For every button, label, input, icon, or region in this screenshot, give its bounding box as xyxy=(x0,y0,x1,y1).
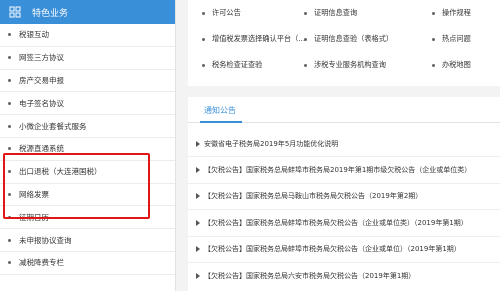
grid-icon xyxy=(8,5,22,19)
bullet-icon xyxy=(8,147,11,151)
link-label: 许可公告 xyxy=(212,8,241,17)
bullet-icon xyxy=(8,170,11,174)
sidebar-item-label: 电子签名协议 xyxy=(19,98,64,108)
sidebar-item-label: 未申报协议查询 xyxy=(19,235,72,245)
tab-notices[interactable]: 通知公告 xyxy=(204,97,236,123)
bullet-icon xyxy=(8,78,11,82)
sidebar-item-small-business[interactable]: 小微企业套餐式服务 xyxy=(0,115,175,138)
sidebar-title: 特色业务 xyxy=(32,8,69,19)
link-procedures[interactable]: 操作规程 xyxy=(432,8,471,18)
bullet-icon xyxy=(304,11,307,15)
notice-title: 【欠税公告】国家税务总局蚌埠市税务局2019年第1期市级欠税公告（企业或单位类） xyxy=(204,166,472,175)
link-label: 操作规程 xyxy=(442,8,471,17)
bullet-icon xyxy=(8,101,11,105)
sidebar-item-label: 房产交易申报 xyxy=(19,75,64,85)
sidebar-item-tax-source[interactable]: 税源直通系统 xyxy=(0,138,175,161)
active-tab-indicator xyxy=(200,121,242,123)
list-item[interactable]: 【欠税公告】国家税务总局蚌埠市税务局欠税公告（企业或单位类）（2019年第1期） xyxy=(188,210,500,237)
sidebar-item-label: 出口退税（大连港国税） xyxy=(19,167,102,177)
bullet-icon xyxy=(432,37,435,41)
link-label: 增值税发票选择确认平台（... xyxy=(212,34,306,43)
sidebar-item-label: 税银互动 xyxy=(19,30,49,40)
list-item[interactable]: 【欠税公告】国家税务总局蚌埠市税务局欠税公告（企业或单位）（2019年第1期） xyxy=(188,237,500,263)
link-hot-issues[interactable]: 热点问题 xyxy=(432,34,471,44)
arrow-right-icon xyxy=(196,273,200,280)
sidebar-item-tax-reduction[interactable]: 减税降费专栏 xyxy=(0,252,175,275)
list-item[interactable]: 安徽省电子税务局2019年5月功能优化说明 xyxy=(188,131,500,158)
bullet-icon xyxy=(8,238,11,242)
quick-links-panel: 许可公告 证明信息查询 操作规程 增值税发票选择确认平台（... 证明信息查验（… xyxy=(188,0,500,86)
list-item[interactable]: 【欠税公告】国家税务总局马鞍山市税务局欠税公告（2019年第2期） xyxy=(188,184,500,211)
link-label: 办税地图 xyxy=(442,60,471,69)
sidebar-item-label: 税源直通系统 xyxy=(19,144,64,154)
bullet-icon xyxy=(8,215,11,219)
link-certificate-query[interactable]: 证明信息查询 xyxy=(304,8,357,18)
sidebar-item-undeclared-query[interactable]: 未申报协议查询 xyxy=(0,229,175,252)
arrow-right-icon xyxy=(196,140,200,147)
sidebar-item-label: 减税降费专栏 xyxy=(19,258,64,268)
arrow-right-icon xyxy=(196,167,200,174)
sidebar-item-tax-calendar[interactable]: 征期日历 xyxy=(0,206,175,230)
notice-list: 安徽省电子税务局2019年5月功能优化说明 【欠税公告】国家税务总局蚌埠市税务局… xyxy=(188,131,500,289)
list-item[interactable]: 【欠税公告】国家税务总局六安市税务局欠税公告（2019年第1期） xyxy=(188,263,500,289)
notice-tabbar: 通知公告 xyxy=(188,97,500,123)
link-label: 证明信息查验（表格式） xyxy=(314,34,394,43)
link-permit-notice[interactable]: 许可公告 xyxy=(202,8,241,18)
link-label: 证明信息查询 xyxy=(314,8,358,17)
sidebar-item-label: 网络发票 xyxy=(19,189,49,199)
bullet-icon xyxy=(202,37,205,41)
sidebar-header: 特色业务 xyxy=(0,0,175,24)
link-label: 税务检查证查验 xyxy=(212,60,263,69)
sidebar-item-e-signature[interactable]: 电子签名协议 xyxy=(0,92,175,116)
notice-title: 【欠税公告】国家税务总局蚌埠市税务局欠税公告（企业或单位类）（2019年第1期） xyxy=(204,218,468,227)
link-label: 涉税专业服务机构查询 xyxy=(314,60,386,69)
bullet-icon xyxy=(304,63,307,67)
sidebar-item-online-invoice[interactable]: 网络发票 xyxy=(0,184,175,207)
list-item[interactable]: 【欠税公告】国家税务总局蚌埠市税务局2019年第1期市级欠税公告（企业或单位类） xyxy=(188,157,500,184)
bullet-icon xyxy=(304,37,307,41)
bullet-icon xyxy=(8,124,11,128)
link-inspection-cert[interactable]: 税务检查证查验 xyxy=(202,60,262,70)
sidebar-item-label: 网签三方协议 xyxy=(19,53,64,63)
notice-title: 【欠税公告】国家税务总局马鞍山市税务局欠税公告（2019年第2期） xyxy=(204,192,423,201)
sidebar-item-export-rebate[interactable]: 出口退税（大连港国税） xyxy=(0,161,175,184)
sidebar-item-tripartite-agreement[interactable]: 网签三方协议 xyxy=(0,47,175,70)
notice-title: 【欠税公告】国家税务总局蚌埠市税务局欠税公告（企业或单位）（2019年第1期） xyxy=(204,245,461,254)
bullet-icon xyxy=(202,11,205,15)
sidebar-item-property-declaration[interactable]: 房产交易申报 xyxy=(0,70,175,93)
link-agency-query[interactable]: 涉税专业服务机构查询 xyxy=(304,60,386,70)
notice-title: 安徽省电子税务局2019年5月功能优化说明 xyxy=(204,139,339,148)
bullet-icon xyxy=(8,192,11,196)
sidebar-item-label: 征期日历 xyxy=(19,212,49,222)
arrow-right-icon xyxy=(196,193,200,200)
notice-panel: 通知公告 安徽省电子税务局2019年5月功能优化说明 【欠税公告】国家税务总局蚌… xyxy=(188,97,500,291)
bullet-icon xyxy=(202,63,205,67)
arrow-right-icon xyxy=(196,219,200,226)
sidebar: 特色业务 税银互动 网签三方协议 房产交易申报 电子签名协议 小微企业套餐式服务… xyxy=(0,0,176,291)
sidebar-item-label: 小微企业套餐式服务 xyxy=(19,121,87,131)
link-certificate-check-table[interactable]: 证明信息查验（表格式） xyxy=(304,34,393,44)
link-tax-map[interactable]: 办税地图 xyxy=(432,60,471,70)
bullet-icon xyxy=(432,11,435,15)
bullet-icon xyxy=(8,56,11,60)
bullet-icon xyxy=(8,33,11,37)
notice-title: 【欠税公告】国家税务总局六安市税务局欠税公告（2019年第1期） xyxy=(204,272,416,281)
sidebar-item-tax-bank[interactable]: 税银互动 xyxy=(0,24,175,47)
bullet-icon xyxy=(432,63,435,67)
link-label: 热点问题 xyxy=(442,34,471,43)
arrow-right-icon xyxy=(196,246,200,253)
link-vat-platform[interactable]: 增值税发票选择确认平台（... xyxy=(202,34,305,44)
bullet-icon xyxy=(8,261,11,265)
